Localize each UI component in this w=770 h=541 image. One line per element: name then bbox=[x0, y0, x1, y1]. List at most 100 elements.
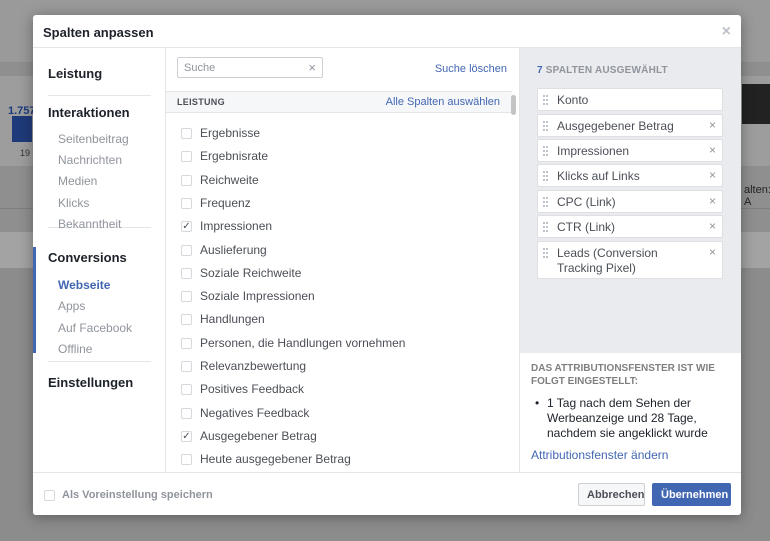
save-default-checkbox[interactable] bbox=[44, 490, 55, 501]
chip-label: Impressionen bbox=[557, 144, 630, 158]
select-all-link[interactable]: Alle Spalten auswählen bbox=[386, 96, 500, 108]
metric-label: Heute ausgegebener Betrag bbox=[200, 452, 351, 467]
nav-active-indicator bbox=[33, 247, 36, 353]
metric-label: Ergebnisrate bbox=[200, 149, 269, 164]
selected-column-chip[interactable]: Klicks auf Links × bbox=[537, 164, 723, 187]
checkbox-unchecked[interactable] bbox=[181, 291, 192, 303]
chip-label: CPC (Link) bbox=[557, 195, 616, 209]
attribution-title: DAS ATTRIBUTIONSFENSTER IST WIE FOLGT EI… bbox=[531, 363, 715, 387]
drag-handle-icon[interactable] bbox=[543, 222, 549, 234]
metric-label: Ausgegebener Betrag bbox=[200, 428, 317, 443]
metric-label: Soziale Impressionen bbox=[200, 289, 315, 304]
remove-icon[interactable]: × bbox=[709, 219, 716, 233]
nav-item-bekanntheit[interactable]: Bekanntheit bbox=[58, 217, 121, 231]
remove-icon[interactable]: × bbox=[709, 118, 716, 132]
nav-section-einstellungen[interactable]: Einstellungen bbox=[48, 375, 133, 390]
checkbox-unchecked[interactable] bbox=[181, 174, 192, 186]
background-cut-text: alten: A bbox=[744, 184, 770, 208]
close-icon[interactable]: × bbox=[722, 23, 731, 41]
checkbox-unchecked[interactable] bbox=[181, 337, 192, 349]
checkbox-unchecked[interactable] bbox=[181, 128, 192, 139]
metric-label: Ergebnisse bbox=[200, 126, 261, 140]
background-chart-bar bbox=[12, 116, 32, 142]
checkbox-unchecked[interactable] bbox=[181, 151, 192, 163]
change-attribution-link[interactable]: Attributionsfenster ändern bbox=[531, 448, 668, 462]
cancel-button[interactable]: Abbrechen bbox=[578, 483, 645, 506]
drag-handle-icon[interactable] bbox=[543, 197, 549, 209]
checkbox-checked[interactable]: ✓ bbox=[181, 221, 192, 233]
metric-label: Personen, die Handlungen vornehmen bbox=[200, 335, 406, 350]
drag-handle-icon[interactable] bbox=[543, 95, 549, 107]
chip-label: Ausgegebener Betrag bbox=[557, 119, 674, 133]
selected-column-chip[interactable]: CPC (Link) × bbox=[537, 190, 723, 213]
nav-item-klicks[interactable]: Klicks bbox=[58, 196, 89, 210]
nav-item-auf-facebook[interactable]: Auf Facebook bbox=[58, 321, 132, 335]
dialog-title: Spalten anpassen bbox=[43, 25, 154, 40]
clear-search-link[interactable]: Suche löschen bbox=[435, 63, 507, 75]
list-section-header: LEISTUNG Alle Spalten auswählen bbox=[166, 91, 512, 113]
selected-column-chip[interactable]: Konto bbox=[537, 88, 723, 111]
dialog-footer: Als Voreinstellung speichern Abbrechen Ü… bbox=[33, 472, 741, 515]
remove-icon[interactable]: × bbox=[709, 168, 716, 182]
nav-section-leistung[interactable]: Leistung bbox=[48, 66, 102, 81]
metric-label: Soziale Reichweite bbox=[200, 265, 302, 280]
metric-label: Auslieferung bbox=[200, 242, 267, 257]
chip-label: Konto bbox=[557, 93, 589, 107]
checkbox-unchecked[interactable] bbox=[181, 454, 192, 466]
metric-label: Positives Feedback bbox=[200, 382, 305, 397]
dialog-body: Leistung Interaktionen Seitenbeitrag Nachri… bbox=[33, 48, 741, 472]
nav-divider bbox=[48, 95, 151, 96]
remove-icon[interactable]: × bbox=[709, 194, 716, 208]
list-scrollbar[interactable] bbox=[511, 95, 516, 115]
nav-section-interaktionen[interactable]: Interaktionen bbox=[48, 105, 130, 120]
category-nav: Leistung Interaktionen Seitenbeitrag Nachri… bbox=[33, 48, 166, 472]
selected-columns-list: 7 SPALTEN AUSGEWÄHLT Konto Ausgegebener B… bbox=[520, 48, 741, 353]
selected-column-chip[interactable]: Leads (Conversion Tracking Pixel) × bbox=[537, 241, 723, 279]
section-title: LEISTUNG bbox=[177, 97, 225, 107]
nav-item-apps[interactable]: Apps bbox=[58, 299, 85, 313]
selected-columns-panel: 7 SPALTEN AUSGEWÄHLT Konto Ausgegebener B… bbox=[520, 48, 741, 472]
checkbox-unchecked[interactable] bbox=[181, 407, 192, 419]
checkbox-checked[interactable]: ✓ bbox=[181, 430, 192, 442]
checkbox-unchecked[interactable] bbox=[181, 361, 192, 372]
nav-item-webseite[interactable]: Webseite bbox=[58, 278, 110, 292]
remove-icon[interactable]: × bbox=[709, 245, 716, 259]
checkbox-unchecked[interactable] bbox=[181, 197, 192, 209]
clear-icon[interactable]: × bbox=[308, 60, 316, 75]
save-default-label: Als Voreinstellung speichern bbox=[62, 489, 213, 501]
drag-handle-icon[interactable] bbox=[543, 171, 549, 183]
chip-label: CTR (Link) bbox=[557, 220, 616, 234]
selected-count-label: SPALTEN AUSGEWÄHLT bbox=[545, 65, 668, 76]
checkbox-unchecked[interactable] bbox=[181, 244, 192, 256]
checkbox-unchecked[interactable] bbox=[181, 384, 192, 396]
metric-label: Impressionen bbox=[200, 219, 273, 234]
selected-column-chip[interactable]: CTR (Link) × bbox=[537, 215, 723, 238]
attribution-bullet: • bbox=[535, 396, 540, 410]
checkbox-unchecked[interactable] bbox=[181, 267, 192, 279]
attribution-text: 1 Tag nach dem Sehen der Werbeanzeige un… bbox=[547, 396, 708, 440]
metric-list-panel: Suche × Suche löschen LEISTUNG Alle Spal… bbox=[166, 48, 520, 472]
drag-handle-icon[interactable] bbox=[543, 146, 549, 158]
checkbox-unchecked[interactable] bbox=[181, 314, 192, 326]
search-input[interactable]: Suche × bbox=[177, 57, 323, 78]
drag-handle-icon[interactable] bbox=[543, 121, 549, 133]
nav-item-medien[interactable]: Medien bbox=[58, 174, 97, 188]
nav-item-seitenbeitrag[interactable]: Seitenbeitrag bbox=[58, 132, 129, 146]
nav-divider bbox=[48, 361, 151, 362]
drag-handle-icon[interactable] bbox=[543, 248, 549, 260]
dialog-header: Spalten anpassen × bbox=[33, 15, 741, 48]
selected-count-number: 7 bbox=[537, 65, 543, 76]
nav-item-nachrichten[interactable]: Nachrichten bbox=[58, 153, 122, 167]
metric-label: Frequenz bbox=[200, 195, 251, 210]
selected-column-chip[interactable]: Ausgegebener Betrag × bbox=[537, 114, 723, 137]
metric-label: Handlungen bbox=[200, 312, 265, 327]
metric-label: Negatives Feedback bbox=[200, 405, 310, 420]
remove-icon[interactable]: × bbox=[709, 143, 716, 157]
apply-button[interactable]: Übernehmen bbox=[652, 483, 731, 506]
nav-item-offline[interactable]: Offline bbox=[58, 342, 92, 356]
customize-columns-dialog: Spalten anpassen × Leistung Interaktionen… bbox=[33, 15, 741, 515]
selected-column-chip[interactable]: Impressionen × bbox=[537, 139, 723, 162]
chip-label: Klicks auf Links bbox=[557, 169, 640, 183]
nav-section-conversions[interactable]: Conversions bbox=[48, 250, 127, 265]
search-placeholder: Suche bbox=[184, 62, 216, 74]
